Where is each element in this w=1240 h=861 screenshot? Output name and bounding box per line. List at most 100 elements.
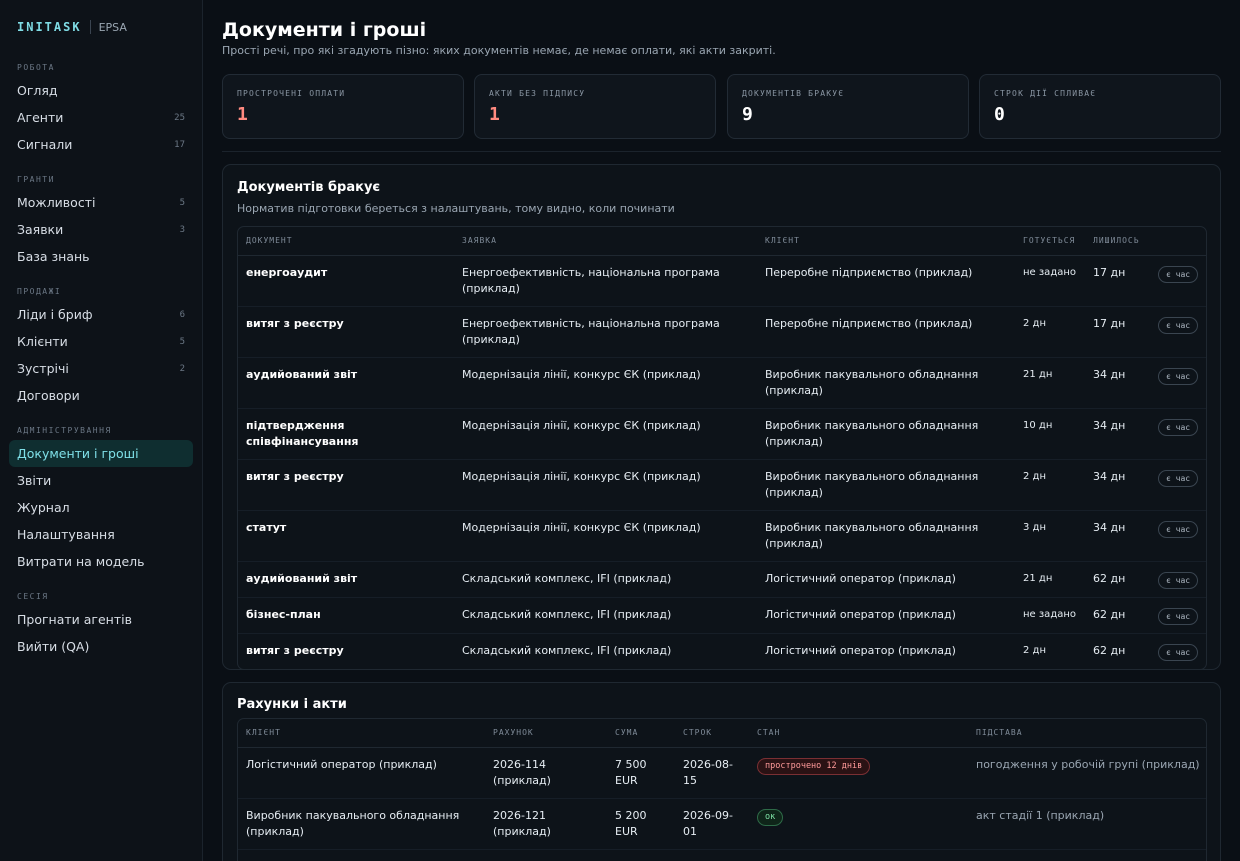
application-name[interactable]: Енергоефективність, національна програма… [454, 255, 757, 307]
nav-item-agents[interactable]: Агенти 25 [9, 104, 193, 131]
table-row[interactable]: статут Модернізація лінії, конкурс ЄК (п… [238, 510, 1206, 562]
stat-card-expiring[interactable]: СТРОК ДІЇ СПЛИВАЄ 0 [979, 74, 1221, 139]
nav-label: Витрати на модель [17, 554, 145, 569]
application-name[interactable]: Складський комплекс, IFI (приклад) [454, 597, 757, 634]
client-name[interactable]: Переробне підприємство (приклад) [757, 255, 1015, 307]
doc-name: енергоаудит [238, 255, 454, 307]
table-row[interactable]: Логістичний оператор (приклад) 2026-114 … [238, 747, 1206, 799]
nav-label: Договори [17, 388, 80, 403]
client-name[interactable]: Логістичний оператор (приклад) [757, 597, 1015, 634]
column-header[interactable]: ДОКУМЕНТ [238, 227, 454, 256]
prep-time: 3 дн [1015, 510, 1085, 562]
status-pill[interactable]: є час [1158, 643, 1199, 661]
nav-count: 3 [179, 224, 185, 235]
column-header[interactable]: СУМА [607, 719, 675, 748]
status-pill[interactable]: є час [1158, 607, 1199, 625]
nav-item-reports[interactable]: Звіти [9, 467, 193, 494]
doc-name: підтвердження співфінансування [238, 408, 454, 460]
column-header[interactable]: РАХУНОК [485, 719, 607, 748]
application-name[interactable]: Енергоефективність, національна програма… [454, 306, 757, 358]
table-row[interactable]: Виробник пакувального обладнання (прикла… [238, 798, 1206, 850]
table-row[interactable]: витяг з реєстру Модернізація лінії, конк… [238, 459, 1206, 511]
stat-value: 9 [742, 104, 753, 125]
client-name[interactable]: Виробник пакувального обладнання (прикла… [238, 798, 485, 850]
brand-name[interactable]: INITASK [17, 20, 82, 34]
status-pill[interactable]: є час [1158, 265, 1199, 283]
application-name[interactable]: Модернізація лінії, конкурс ЄК (приклад) [454, 459, 757, 511]
column-header[interactable]: ПІДСТАВА [968, 719, 1206, 748]
application-name[interactable]: Модернізація лінії, конкурс ЄК (приклад) [454, 510, 757, 562]
nav-item-journal[interactable]: Журнал [9, 494, 193, 521]
nav-item-applications[interactable]: Заявки 3 [9, 216, 193, 243]
stat-card-missing-docs[interactable]: ДОКУМЕНТІВ БРАКУЄ 9 [727, 74, 969, 139]
table-row[interactable]: Переробне підприємство (приклад) не вист… [238, 849, 1206, 861]
nav-item-overview[interactable]: Огляд [9, 77, 193, 104]
column-header[interactable]: СТРОК [675, 719, 749, 748]
status-pill[interactable]: є час [1158, 571, 1199, 589]
stat-card-overdue-payments[interactable]: ПРОСТРОЧЕНІ ОПЛАТИ 1 [222, 74, 464, 139]
column-header[interactable]: СТАН [749, 719, 968, 748]
application-name[interactable]: Модернізація лінії, конкурс ЄК (приклад) [454, 408, 757, 460]
time-left: 62 дн [1093, 643, 1126, 657]
nav-item-opportunities[interactable]: Можливості 5 [9, 189, 193, 216]
status-pill[interactable]: є час [1158, 367, 1199, 385]
table-row[interactable]: енергоаудит Енергоефективність, націонал… [238, 255, 1206, 307]
client-name[interactable]: Переробне підприємство (приклад) [757, 306, 1015, 358]
nav-item-logout[interactable]: Вийти (QA) [9, 633, 193, 660]
status-pill[interactable]: є час [1158, 316, 1199, 334]
nav-item-meetings[interactable]: Зустрічі 2 [9, 355, 193, 382]
invoice-basis: погодження у робочій групі (приклад) [968, 747, 1206, 799]
invoice-number[interactable]: не виставлено [485, 849, 607, 861]
table-row[interactable]: витяг з реєстру Енергоефективність, наці… [238, 306, 1206, 358]
application-name[interactable]: Складський комплекс, IFI (приклад) [454, 633, 757, 669]
stat-value: 1 [237, 104, 248, 125]
invoice-number[interactable]: 2026-121 (приклад) [485, 798, 607, 850]
status-cell: є час [1150, 561, 1206, 598]
nav-label: Звіти [17, 473, 52, 488]
column-header[interactable]: ЛИШИЛОСЬ [1085, 227, 1150, 256]
nav-item-clients[interactable]: Клієнти 5 [9, 328, 193, 355]
doc-name: бізнес-план [238, 597, 454, 634]
application-name[interactable]: Модернізація лінії, конкурс ЄК (приклад) [454, 357, 757, 409]
status-pill[interactable]: є час [1158, 520, 1199, 538]
invoice-basis: подання у тиці, рахунок не виставлено [968, 849, 1206, 861]
column-header[interactable]: ГОТУЄТЬСЯ [1015, 227, 1085, 256]
table-row[interactable]: аудийований звіт Складський комплекс, IF… [238, 561, 1206, 598]
invoice-number[interactable]: 2026-114 (приклад) [485, 747, 607, 799]
brand-org: EPSA [98, 20, 127, 34]
stat-card-unsigned-acts[interactable]: АКТИ БЕЗ ПІДПИСУ 1 [474, 74, 716, 139]
nav-item-documents-money[interactable]: Документи і гроші [9, 440, 193, 467]
client-name[interactable]: Логістичний оператор (приклад) [757, 561, 1015, 598]
column-header[interactable]: КЛІЄНТ [757, 227, 1015, 256]
table-row[interactable]: підтвердження співфінансування Модерніза… [238, 408, 1206, 460]
column-header[interactable]: ЗАЯВКА [454, 227, 757, 256]
client-name[interactable]: Виробник пакувального обладнання (прикла… [757, 459, 1015, 511]
client-name[interactable]: Переробне підприємство (приклад) [238, 849, 485, 861]
nav-item-settings[interactable]: Налаштування [9, 521, 193, 548]
client-name[interactable]: Виробник пакувального обладнання (прикла… [757, 357, 1015, 409]
status-pill[interactable]: є час [1158, 418, 1199, 436]
nav-label: Ліди і бриф [17, 307, 93, 322]
status-pill[interactable]: є час [1158, 469, 1199, 487]
table-row[interactable]: витяг з реєстру Складський комплекс, IFI… [238, 633, 1206, 669]
nav-item-run-agents[interactable]: Прогнати агентів [9, 606, 193, 633]
nav-item-knowledge-base[interactable]: База знань [9, 243, 193, 270]
client-name[interactable]: Логістичний оператор (приклад) [757, 633, 1015, 669]
nav-item-leads[interactable]: Ліди і бриф 6 [9, 301, 193, 328]
nav-item-signals[interactable]: Сигнали 17 [9, 131, 193, 158]
client-name[interactable]: Логістичний оператор (приклад) [238, 747, 485, 799]
client-name[interactable]: Виробник пакувального обладнання (прикла… [757, 510, 1015, 562]
nav-item-model-costs[interactable]: Витрати на модель [9, 548, 193, 575]
table-row[interactable]: аудийований звіт Модернізація лінії, кон… [238, 357, 1206, 409]
nav-label: Можливості [17, 195, 96, 210]
column-header[interactable]: КЛІЄНТ [238, 719, 485, 748]
nav-item-contracts[interactable]: Договори [9, 382, 193, 409]
panel-title: Рахунки і акти [237, 697, 347, 712]
application-name[interactable]: Складський комплекс, IFI (приклад) [454, 561, 757, 598]
status-cell: є час [1150, 510, 1206, 562]
doc-name: аудийований звіт [238, 561, 454, 598]
client-name[interactable]: Виробник пакувального обладнання (прикла… [757, 408, 1015, 460]
invoice-amount: 5 200 EUR [607, 798, 675, 850]
doc-name: статут [238, 510, 454, 562]
table-row[interactable]: бізнес-план Складський комплекс, IFI (пр… [238, 597, 1206, 634]
